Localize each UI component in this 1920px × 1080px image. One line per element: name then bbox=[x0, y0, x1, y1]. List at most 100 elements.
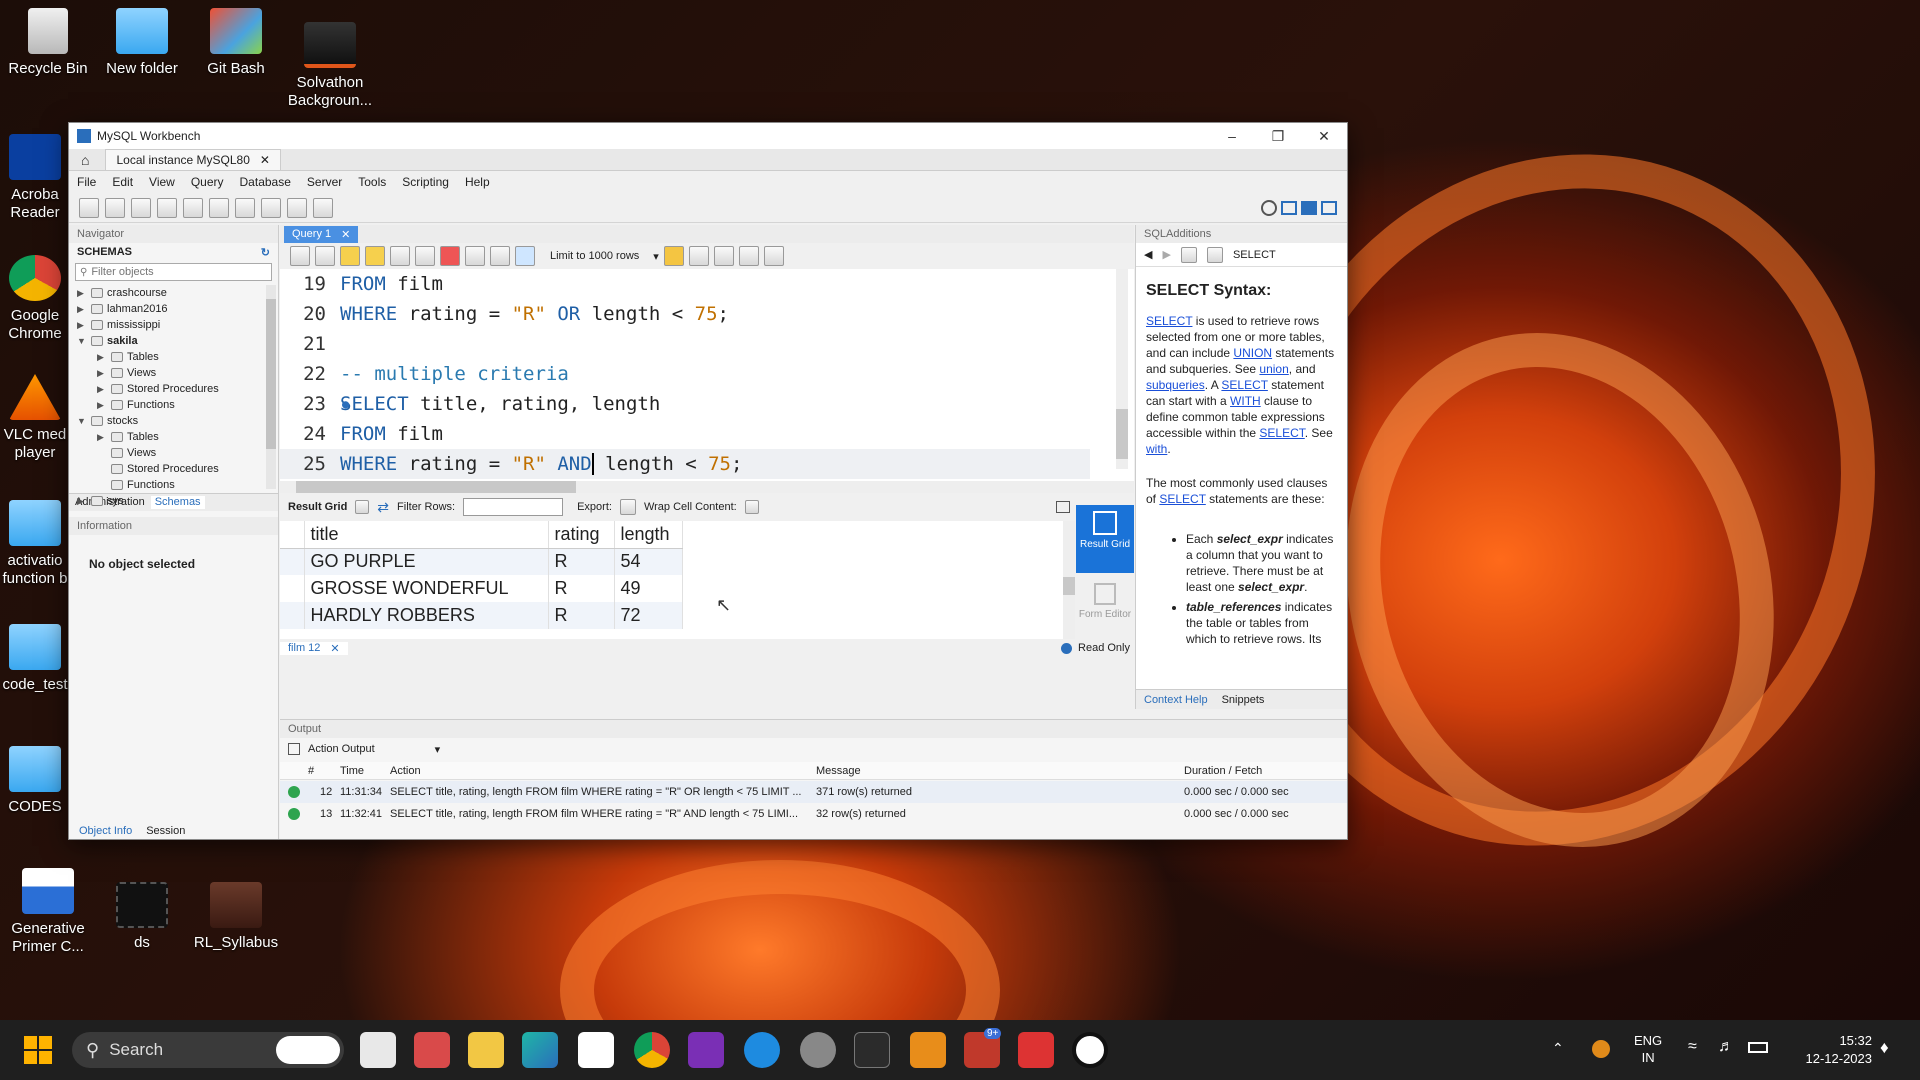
schema-item-sakila[interactable]: ▼ sakila bbox=[69, 333, 278, 349]
filter-objects-input[interactable] bbox=[91, 266, 252, 278]
commit-icon[interactable] bbox=[465, 246, 485, 266]
create-function-icon[interactable] bbox=[261, 197, 281, 218]
cell-length[interactable]: 54 bbox=[614, 548, 683, 575]
menu-view[interactable]: View bbox=[149, 175, 175, 189]
column-header-length[interactable]: length bbox=[614, 521, 683, 549]
menu-help[interactable]: Help bbox=[465, 175, 490, 189]
expand-arrow-icon[interactable]: ▶ bbox=[77, 493, 84, 509]
expand-arrow-icon[interactable]: ▶ bbox=[97, 349, 104, 365]
schema-item-mississippi[interactable]: ▶ mississippi bbox=[69, 317, 278, 333]
open-file-icon[interactable] bbox=[290, 246, 310, 266]
desktop-icon-chrome[interactable]: Google Chrome bbox=[0, 255, 70, 343]
desktop-icon-recycle-bin[interactable]: Recycle Bin bbox=[0, 8, 96, 78]
forward-arrow-icon[interactable]: ▶ bbox=[1162, 248, 1170, 261]
result-grid-side-button[interactable]: Result Grid bbox=[1076, 505, 1134, 573]
notification-bell-icon[interactable]: ♦ bbox=[1880, 1038, 1889, 1058]
wifi-icon[interactable]: ≈ bbox=[1688, 1038, 1697, 1056]
onedrive-icon[interactable] bbox=[1592, 1040, 1610, 1058]
sql-editor[interactable]: 19 FROM film 20 WHERE rating = "R" OR leng… bbox=[280, 269, 1134, 481]
desktop-icon-generative[interactable]: Generative Primer C... bbox=[0, 868, 96, 956]
taskbar-search[interactable]: ⚲ Search bbox=[72, 1032, 344, 1068]
desktop-icon-git-bash[interactable]: Git Bash bbox=[188, 8, 284, 78]
help-link[interactable]: SELECT bbox=[1221, 378, 1267, 392]
execute-lightning-icon[interactable] bbox=[340, 246, 360, 266]
menu-file[interactable]: File bbox=[77, 175, 96, 189]
expand-arrow-icon[interactable]: ▶ bbox=[97, 429, 104, 445]
battery-icon[interactable] bbox=[1748, 1042, 1768, 1053]
output-row[interactable]: 13 11:32:41 SELECT title, rating, length… bbox=[280, 803, 1347, 825]
table-row[interactable]: GO PURPLE R 54 bbox=[280, 548, 683, 575]
desktop-icon-activation[interactable]: activatio function b bbox=[0, 500, 70, 588]
menu-database[interactable]: Database bbox=[240, 175, 291, 189]
toggle-sidebar-icon[interactable] bbox=[1281, 200, 1297, 215]
cell-rating[interactable]: R bbox=[548, 602, 615, 629]
outlook-icon[interactable] bbox=[910, 1032, 946, 1068]
tab-object-info[interactable]: Object Info bbox=[79, 825, 132, 837]
connection-tab[interactable]: Local instance MySQL80 ✕ bbox=[105, 149, 281, 170]
copy-icon[interactable] bbox=[288, 743, 300, 755]
cell-rating[interactable]: R bbox=[548, 575, 615, 602]
create-view-icon[interactable] bbox=[209, 197, 229, 218]
volume-icon[interactable]: ♬ bbox=[1718, 1038, 1734, 1056]
tab-context-help[interactable]: Context Help bbox=[1144, 694, 1208, 706]
create-schema-icon[interactable] bbox=[157, 197, 177, 218]
help-link[interactable]: with bbox=[1146, 442, 1167, 456]
beautify-icon[interactable] bbox=[688, 246, 709, 266]
terminal-icon[interactable] bbox=[854, 1032, 890, 1068]
find-icon[interactable] bbox=[713, 246, 734, 266]
rollback-icon[interactable] bbox=[490, 246, 510, 266]
chrome-profile-icon[interactable] bbox=[744, 1032, 780, 1068]
clock[interactable]: 15:32 12-12-2023 bbox=[1782, 1032, 1873, 1068]
onenote-icon[interactable] bbox=[688, 1032, 724, 1068]
cell-length[interactable]: 49 bbox=[614, 575, 683, 602]
output-row[interactable]: 12 11:31:34 SELECT title, rating, length… bbox=[280, 781, 1347, 803]
help-link[interactable]: SELECT bbox=[1159, 492, 1205, 506]
toggle-result-panel-icon[interactable] bbox=[1056, 501, 1070, 513]
execute-current-icon[interactable] bbox=[365, 246, 385, 266]
new-sql-tab-icon[interactable] bbox=[79, 197, 99, 218]
table-row[interactable]: HARDLY ROBBERS R 72 bbox=[280, 602, 683, 629]
schema-item-lahman2016[interactable]: ▶ lahman2016 bbox=[69, 301, 278, 317]
desktop-icon-ds[interactable]: ds bbox=[94, 882, 190, 952]
tree-item-views[interactable]: Views bbox=[69, 445, 278, 461]
create-table-icon[interactable] bbox=[183, 197, 203, 218]
close-tab-icon[interactable]: ✕ bbox=[260, 153, 270, 167]
result-tab[interactable]: film 12 ✕ bbox=[280, 641, 348, 655]
create-procedure-icon[interactable] bbox=[235, 197, 255, 218]
menu-server[interactable]: Server bbox=[307, 175, 342, 189]
refresh-icon[interactable]: ⇄ bbox=[377, 499, 389, 516]
editor-vertical-scrollbar[interactable] bbox=[1116, 269, 1128, 469]
cell-title[interactable]: GO PURPLE bbox=[304, 548, 549, 575]
ms-store-icon[interactable] bbox=[578, 1032, 614, 1068]
toggle-output-icon[interactable] bbox=[1301, 200, 1317, 215]
desktop-icon-codes[interactable]: CODES bbox=[0, 746, 70, 816]
editor-horizontal-scrollbar[interactable] bbox=[280, 481, 1134, 493]
tree-item-functions[interactable]: ▶ Functions bbox=[69, 397, 278, 413]
wrap-lines-icon[interactable] bbox=[763, 246, 784, 266]
add-snippet-star-icon[interactable] bbox=[663, 246, 684, 266]
desktop-icon-vlc[interactable]: VLC med player bbox=[0, 374, 70, 462]
menu-query[interactable]: Query bbox=[191, 175, 224, 189]
cell-title[interactable]: HARDLY ROBBERS bbox=[304, 602, 549, 629]
expand-arrow-icon[interactable]: ▶ bbox=[97, 381, 104, 397]
export-icon[interactable] bbox=[619, 499, 636, 515]
wrap-cell-icon[interactable] bbox=[744, 500, 759, 514]
tab-snippets[interactable]: Snippets bbox=[1222, 694, 1265, 706]
auto-help-icon[interactable] bbox=[1206, 246, 1223, 263]
desktop-icon-new-folder[interactable]: New folder bbox=[94, 8, 190, 78]
form-editor-side-button[interactable]: Form Editor bbox=[1076, 577, 1134, 639]
invisible-chars-icon[interactable] bbox=[738, 246, 759, 266]
menu-scripting[interactable]: Scripting bbox=[402, 175, 449, 189]
schema-item-stocks[interactable]: ▼ stocks bbox=[69, 413, 278, 429]
column-header-rating[interactable]: rating bbox=[548, 521, 615, 549]
toggle-secondary-sidebar-icon[interactable] bbox=[1321, 200, 1337, 215]
desktop-icon-solvathon[interactable]: Solvathon Backgroun... bbox=[282, 22, 378, 110]
collapse-arrow-icon[interactable]: ▼ bbox=[77, 333, 86, 349]
schema-item-sys[interactable]: ▶ sys bbox=[69, 493, 278, 509]
save-icon[interactable] bbox=[315, 246, 335, 266]
cell-rating[interactable]: R bbox=[548, 548, 615, 575]
minimize-button[interactable]: – bbox=[1209, 128, 1255, 145]
limit-rows-select[interactable]: Limit to 1000 rows ▾ bbox=[550, 250, 659, 263]
chrome-icon[interactable] bbox=[634, 1032, 670, 1068]
task-view-icon[interactable] bbox=[360, 1032, 396, 1068]
